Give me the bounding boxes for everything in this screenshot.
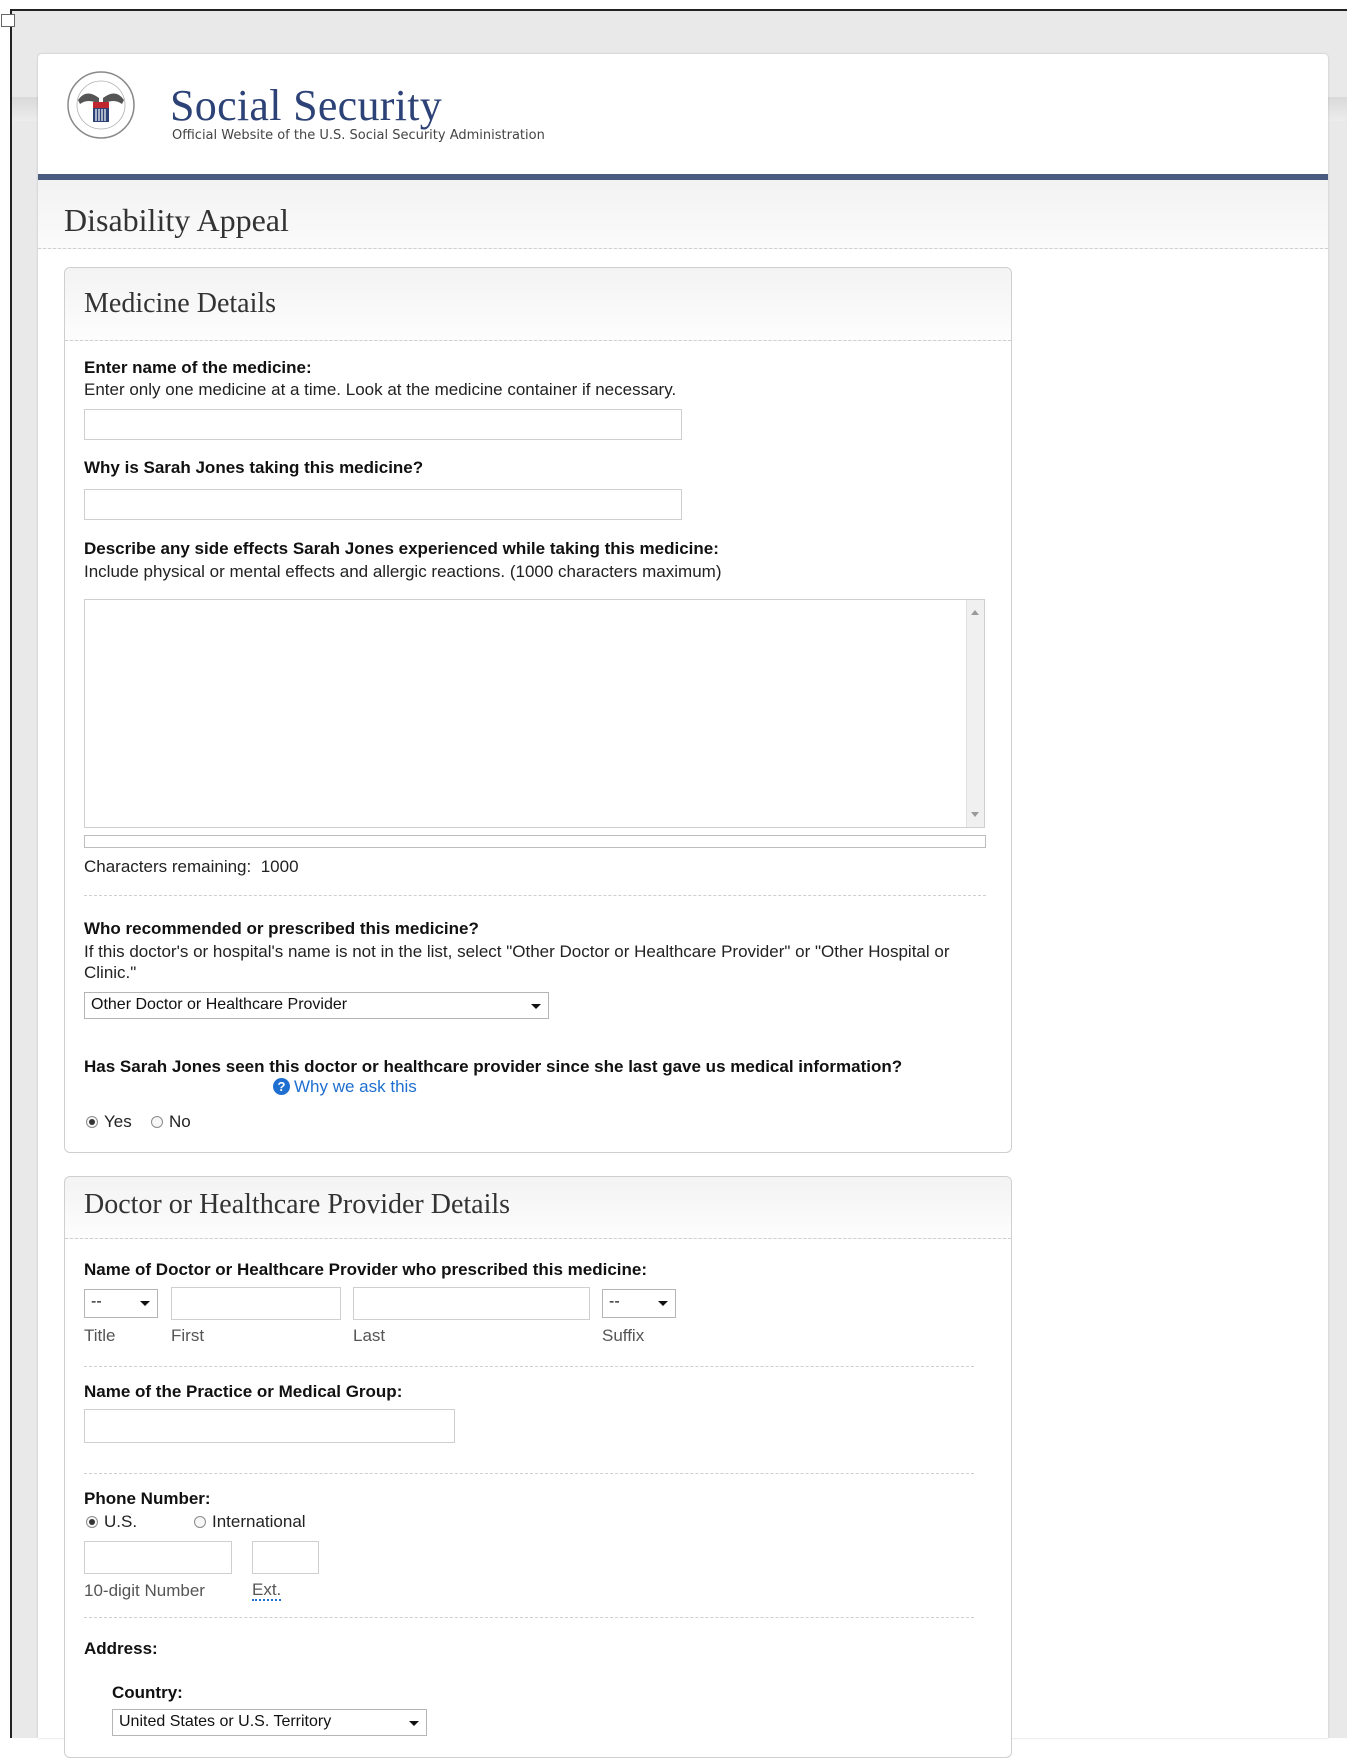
why-we-ask-text: Why we ask this (294, 1077, 417, 1096)
help-icon: ? (273, 1078, 290, 1095)
practice-input[interactable] (84, 1409, 455, 1443)
medicine-name-input[interactable] (84, 409, 682, 440)
yes-radio[interactable] (86, 1116, 98, 1128)
country-label: Country: (112, 1683, 183, 1702)
phone-label: Phone Number: (84, 1489, 211, 1508)
scroll-down-icon[interactable] (971, 812, 979, 817)
last-name-input[interactable] (353, 1287, 590, 1320)
ssa-seal-icon[interactable] (66, 70, 136, 140)
side-effects-textarea[interactable] (84, 599, 985, 828)
page-title: Disability Appeal (64, 202, 289, 238)
medicine-name-hint: Enter only one medicine at a time. Look … (84, 380, 677, 399)
chevron-down-icon (140, 1301, 150, 1306)
reason-label: Why is Sarah Jones taking this medicine? (84, 458, 424, 477)
characters-remaining: Characters remaining: 1000 (84, 857, 299, 877)
characters-remaining-count: 1000 (260, 857, 299, 876)
chevron-down-icon (409, 1721, 419, 1726)
doctor-details-panel: Doctor or Healthcare Provider Details Na… (64, 1176, 1012, 1758)
international-phone-label[interactable]: International (212, 1512, 306, 1532)
title-select[interactable]: -- (84, 1289, 158, 1318)
panel-header: Medicine Details (65, 268, 1011, 341)
side-effects-hint: Include physical or mental effects and a… (84, 562, 722, 581)
site-subtitle: Official Website of the U.S. Social Secu… (172, 128, 545, 143)
chevron-down-icon (658, 1301, 668, 1306)
prescriber-select[interactable]: Other Doctor or Healthcare Provider (84, 992, 549, 1019)
textarea-scrollbar[interactable] (966, 600, 984, 827)
prescriber-label: Who recommended or prescribed this medic… (84, 919, 479, 938)
phone-number-caption: 10-digit Number (84, 1581, 205, 1600)
site-header: Social Security Official Website of the … (38, 54, 1328, 174)
suffix-selected-value: -- (609, 1293, 620, 1310)
side-effects-label: Describe any side effects Sarah Jones ex… (84, 539, 719, 558)
no-label[interactable]: No (169, 1112, 191, 1132)
phone-ext-input[interactable] (252, 1541, 319, 1574)
site-title[interactable]: Social Security (170, 80, 442, 131)
first-name-input[interactable] (171, 1287, 341, 1320)
divider (84, 1617, 974, 1618)
country-select[interactable]: United States or U.S. Territory (112, 1709, 427, 1736)
phone-number-input[interactable] (84, 1541, 232, 1574)
window-corner-box (1, 14, 15, 27)
characters-remaining-label: Characters remaining: (84, 857, 252, 876)
panel-title: Medicine Details (84, 288, 277, 319)
panel-title: Doctor or Healthcare Provider Details (84, 1189, 511, 1220)
title-selected-value: -- (91, 1293, 102, 1310)
characters-used-bar (84, 835, 986, 848)
reason-input[interactable] (84, 489, 682, 520)
no-radio[interactable] (151, 1116, 163, 1128)
last-caption: Last (353, 1326, 386, 1345)
chevron-down-icon (531, 1004, 541, 1009)
country-selected-value: United States or U.S. Territory (119, 1713, 332, 1730)
doctor-name-label: Name of Doctor or Healthcare Provider wh… (84, 1260, 648, 1279)
panel-header: Doctor or Healthcare Provider Details (65, 1177, 1011, 1239)
international-phone-radio[interactable] (194, 1516, 206, 1528)
why-we-ask-link[interactable]: ? Why we ask this (273, 1077, 417, 1097)
us-phone-label[interactable]: U.S. (104, 1512, 137, 1532)
divider (84, 895, 986, 896)
medicine-name-label: Enter name of the medicine: (84, 358, 312, 377)
title-band: Disability Appeal (38, 180, 1328, 249)
medicine-details-panel: Medicine Details Enter name of the medic… (64, 267, 1012, 1153)
prescriber-selected-value: Other Doctor or Healthcare Provider (91, 996, 348, 1013)
divider (84, 1473, 974, 1474)
page-container: Social Security Official Website of the … (38, 54, 1328, 1758)
seen-doctor-question: Has Sarah Jones seen this doctor or heal… (84, 1057, 903, 1076)
seen-doctor-label: Has Sarah Jones seen this doctor or heal… (84, 1056, 934, 1077)
divider (84, 1366, 974, 1367)
us-phone-radio[interactable] (86, 1516, 98, 1528)
prescriber-hint: If this doctor's or hospital's name is n… (84, 942, 950, 982)
practice-label: Name of the Practice or Medical Group: (84, 1382, 403, 1401)
yes-label[interactable]: Yes (104, 1112, 132, 1132)
suffix-caption: Suffix (602, 1326, 645, 1345)
title-caption: Title (84, 1326, 116, 1345)
address-label: Address: (84, 1639, 158, 1658)
suffix-select[interactable]: -- (602, 1289, 676, 1318)
phone-ext-caption[interactable]: Ext. (252, 1581, 282, 1601)
first-caption: First (171, 1326, 205, 1345)
scroll-up-icon[interactable] (971, 610, 979, 615)
